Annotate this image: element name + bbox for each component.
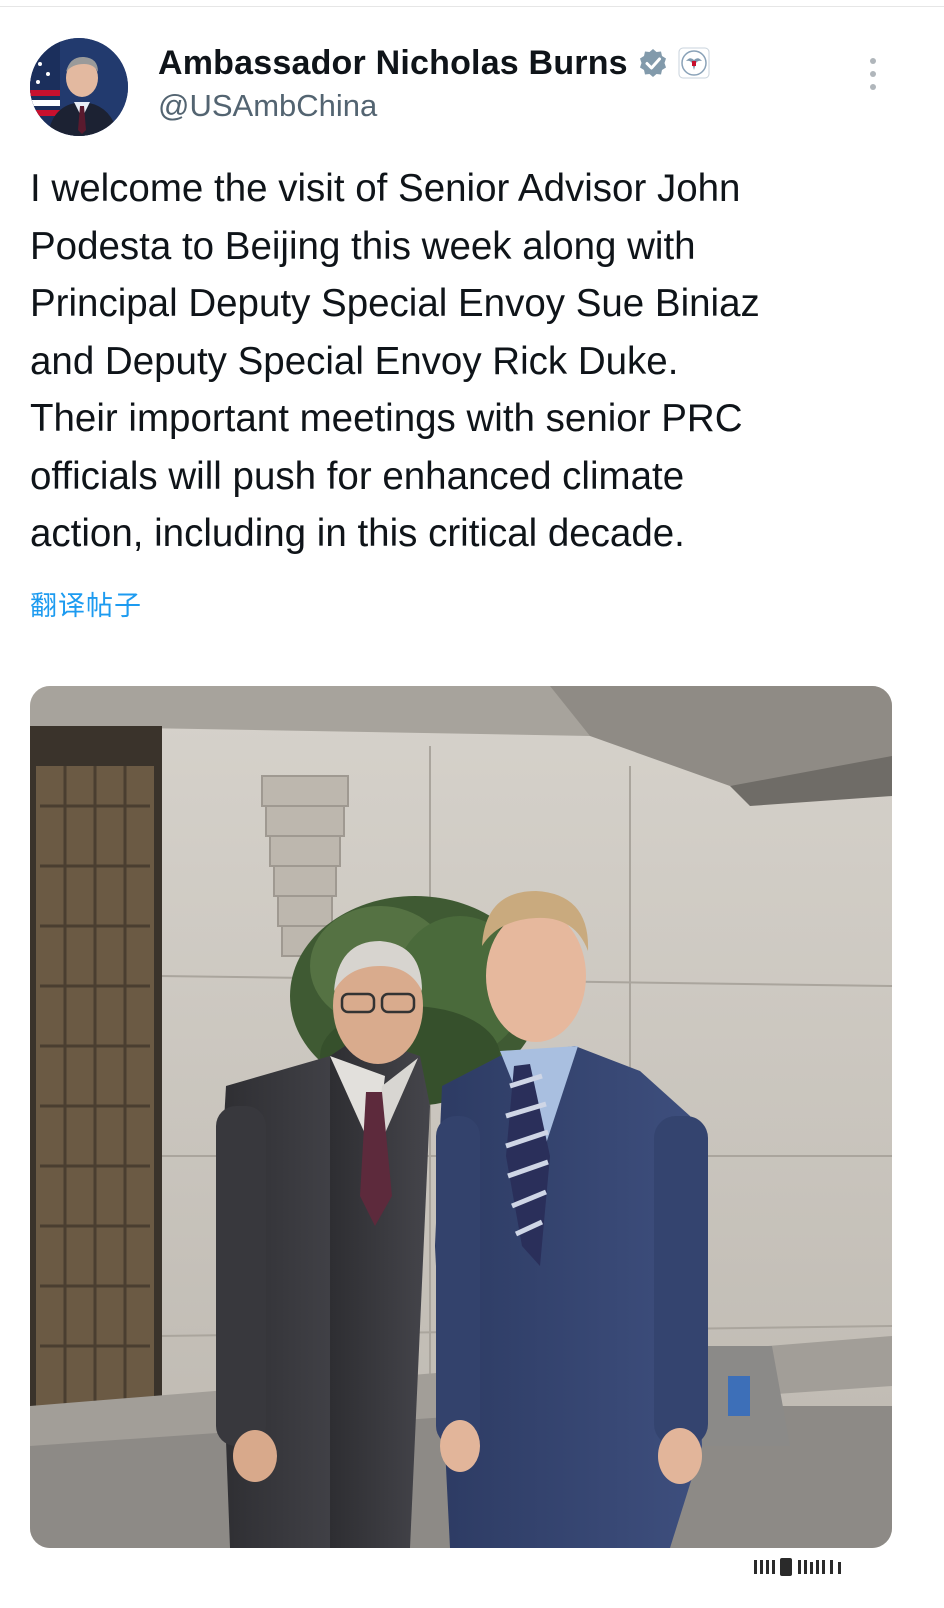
top-divider bbox=[0, 6, 944, 7]
translate-post-link[interactable]: 翻译帖子 bbox=[30, 584, 142, 623]
tweet-text-line: officials will push for enhanced climate bbox=[30, 454, 685, 498]
tweet-text-line: and Deputy Special Envoy Rick Duke. bbox=[30, 339, 679, 383]
author-avatar[interactable] bbox=[30, 38, 128, 136]
tweet-text-line: Principal Deputy Special Envoy Sue Binia… bbox=[30, 282, 760, 325]
tweet-text: I welcome the visit of Senior Advisor Jo… bbox=[30, 160, 910, 563]
us-state-department-seal-icon bbox=[678, 47, 710, 79]
author-name[interactable]: Ambassador Nicholas Burns bbox=[158, 44, 628, 83]
verified-badge-icon bbox=[639, 49, 666, 77]
author-row: Ambassador Nicholas Burns bbox=[158, 40, 710, 86]
more-vertical-icon[interactable] bbox=[866, 58, 880, 98]
tweet-text-line: action, including in this critical decad… bbox=[30, 512, 685, 555]
tweet-photo[interactable] bbox=[30, 686, 892, 1548]
author-handle[interactable]: @USAmbChina bbox=[158, 88, 377, 124]
photo-illustration bbox=[30, 686, 892, 1548]
tweet-text-line: Podesta to Beijing this week along with bbox=[30, 224, 696, 268]
platform-watermark bbox=[754, 1558, 841, 1576]
tweet-text-line: I welcome the visit of Senior Advisor Jo… bbox=[30, 167, 741, 210]
tweet-text-line: Their important meetings with senior PRC bbox=[30, 397, 743, 440]
